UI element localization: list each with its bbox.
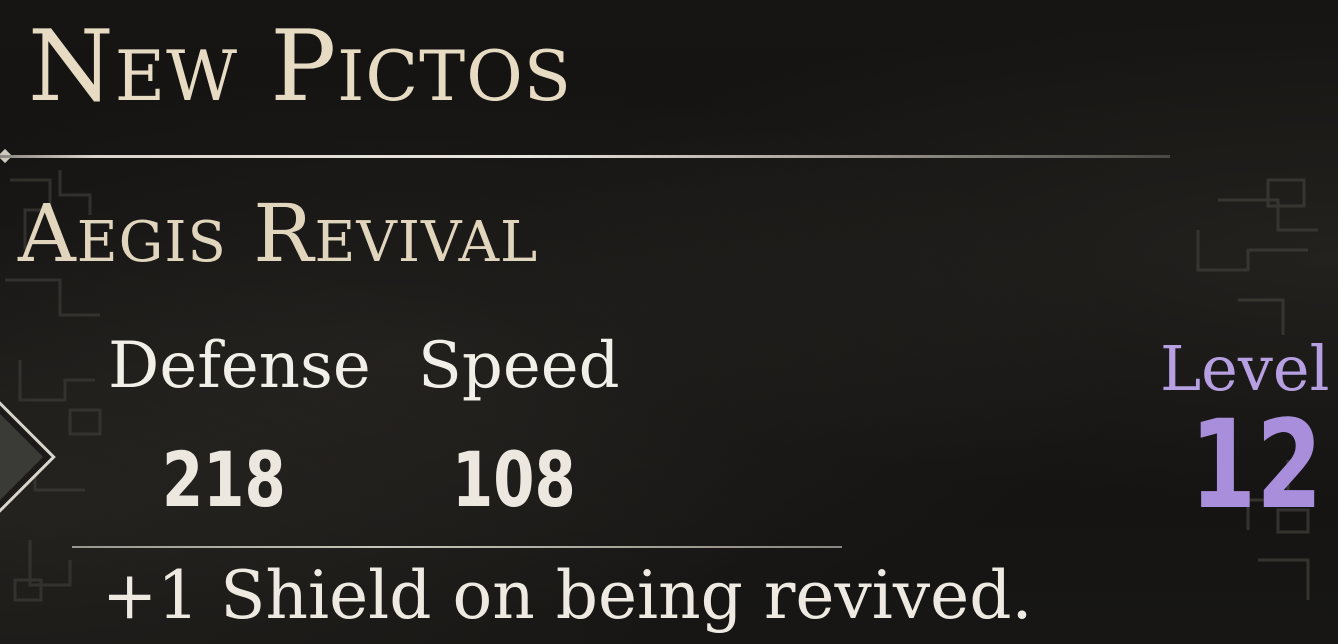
stat-value-defense: 218 [162, 435, 286, 524]
stat-value-speed: 108 [452, 435, 576, 524]
new-pictos-panel: New Pictos Aegis Revival Defense Speed 2… [0, 0, 1338, 644]
stats-divider [72, 546, 842, 548]
level-value: 12 [1190, 394, 1323, 536]
title-divider [0, 155, 1170, 158]
picto-name: Aegis Revival [18, 187, 539, 280]
page-title: New Pictos [28, 10, 573, 124]
stat-label-speed: Speed [418, 329, 620, 403]
diamond-arrow-icon[interactable] [0, 396, 56, 518]
stat-label-defense: Defense [108, 329, 371, 403]
picto-description: +1 Shield on being revived. [102, 557, 1033, 634]
